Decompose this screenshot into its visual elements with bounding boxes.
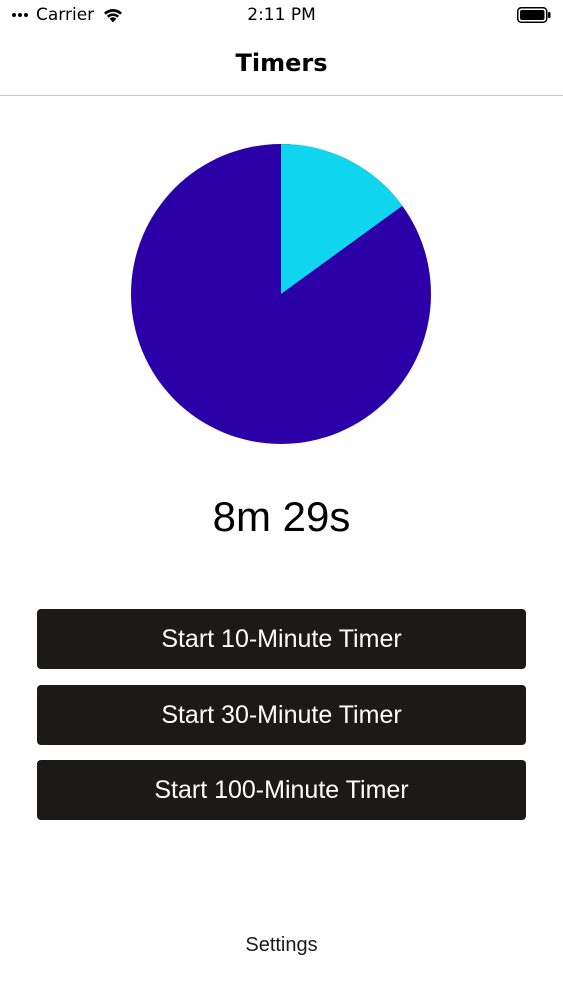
start-10-minute-timer-button[interactable]: Start 10-Minute Timer (37, 609, 526, 669)
start-100-minute-timer-button[interactable]: Start 100-Minute Timer (37, 760, 526, 820)
status-time: 2:11 PM (247, 5, 316, 25)
start-30-minute-timer-button[interactable]: Start 30-Minute Timer (37, 685, 526, 745)
settings-button[interactable]: Settings (0, 932, 563, 958)
navigation-bar: Timers (0, 32, 563, 96)
timer-pie-chart (131, 144, 431, 444)
time-remaining: 8m 29s (212, 493, 351, 540)
timer-pie-svg (131, 144, 431, 444)
page-title: Timers (235, 49, 328, 77)
status-bar: Carrier 2:11 PM (0, 0, 563, 32)
battery-icon (517, 7, 551, 23)
